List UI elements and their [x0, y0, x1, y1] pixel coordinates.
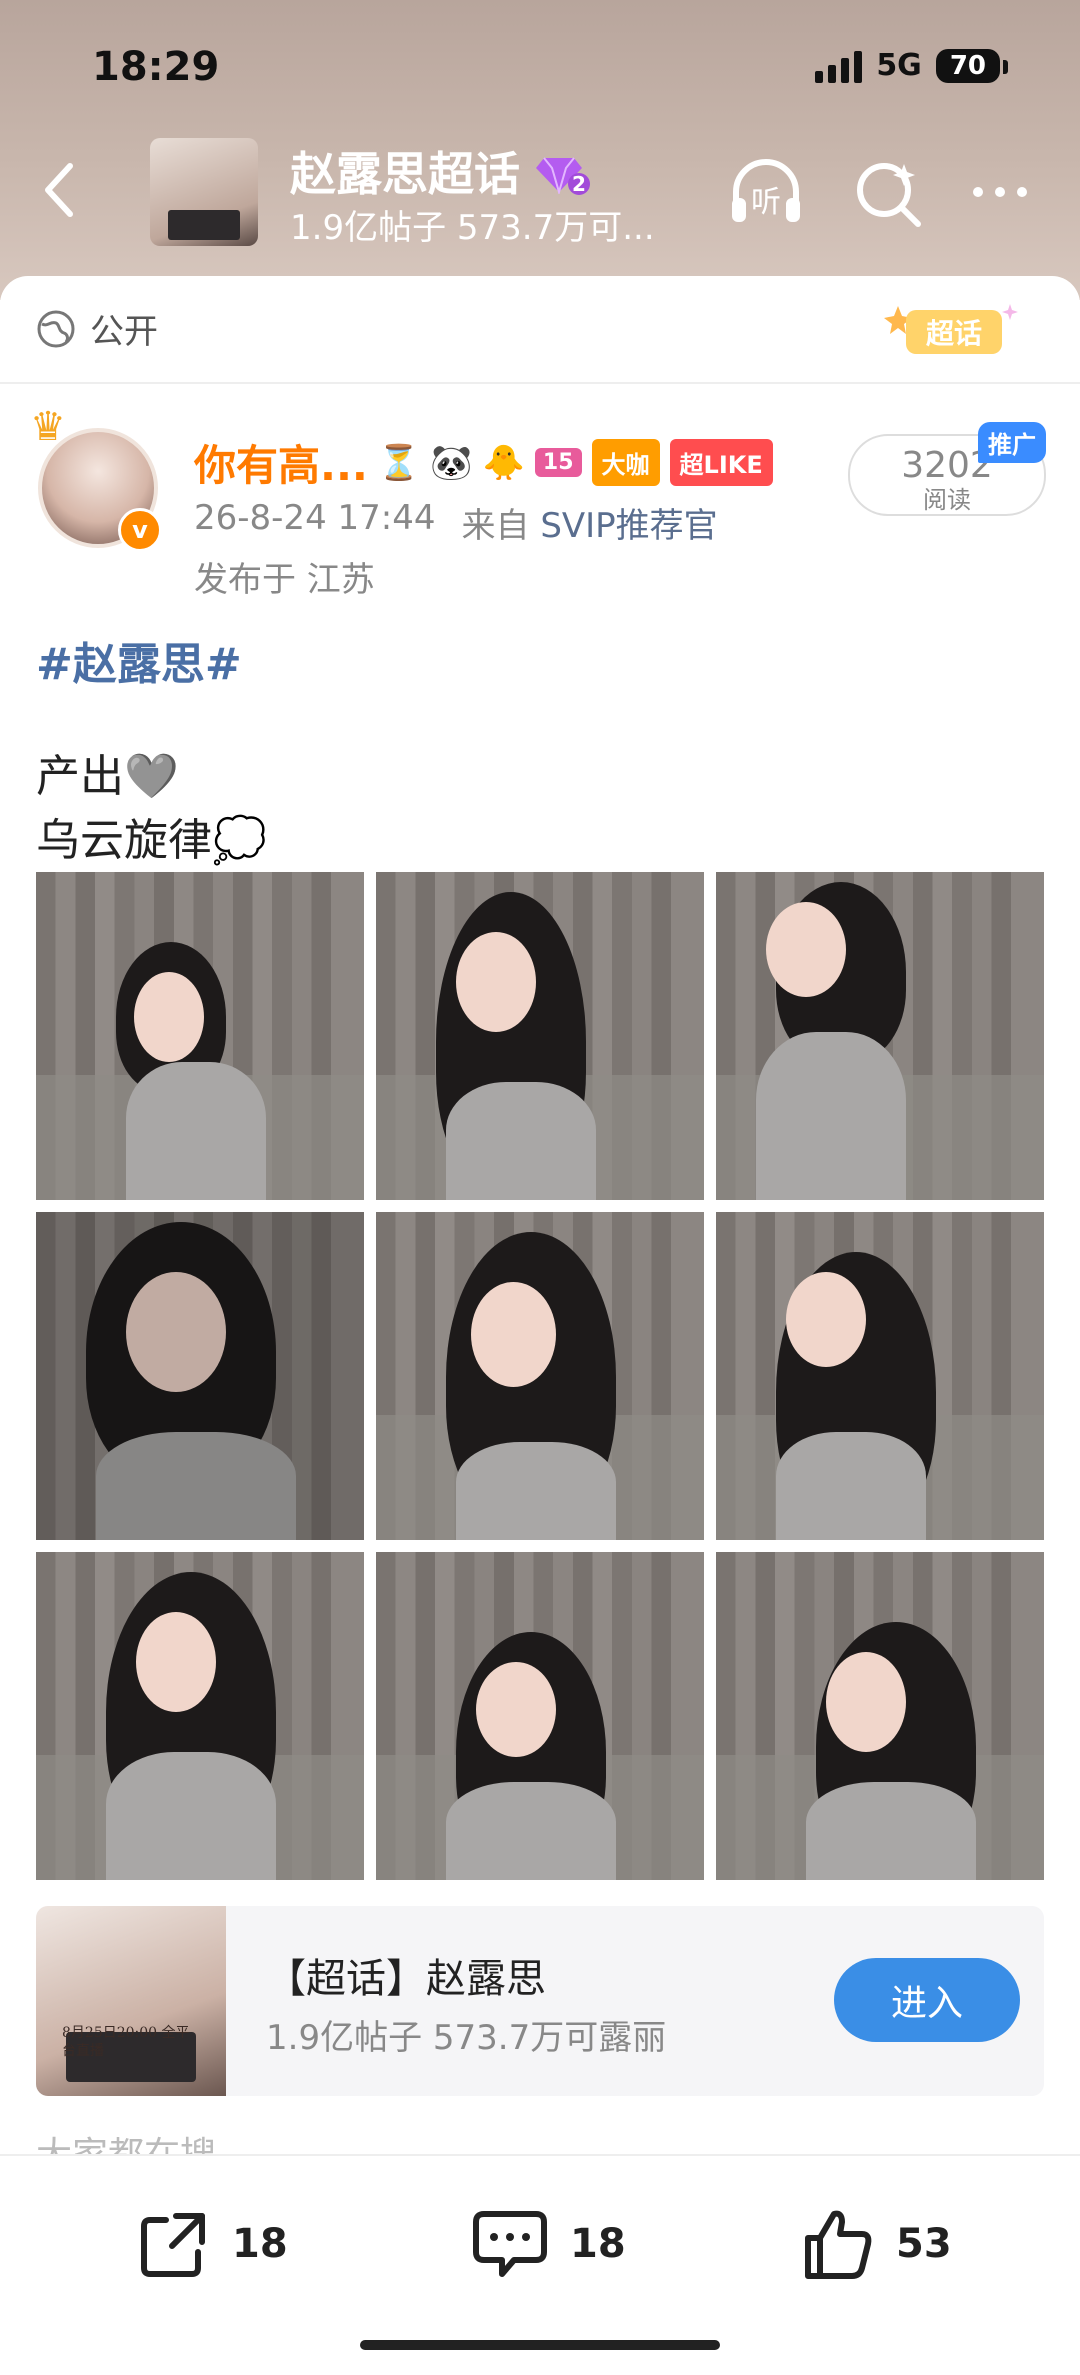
bird-icon: 🐥	[482, 442, 525, 483]
hashtag-link[interactable]: #赵露思#	[36, 628, 242, 692]
post-time: 26-8-24 17:44	[194, 498, 436, 538]
back-arrow-icon[interactable]	[30, 150, 90, 230]
comment-count: 18	[570, 2221, 626, 2267]
post-text-line: 产出🩶	[36, 751, 179, 802]
hourglass-icon: ⏳	[377, 442, 421, 483]
signal-icon	[815, 49, 863, 83]
supertopic-poster: 8月25日20:00 全平台直播	[36, 1906, 226, 2096]
photo[interactable]	[36, 1212, 364, 1540]
promo-badge: 推广	[978, 422, 1046, 463]
more-icon[interactable]	[958, 150, 1042, 234]
status-time: 18:29	[92, 44, 220, 90]
source-name[interactable]: SVIP推荐官	[540, 506, 717, 546]
photo[interactable]	[716, 1212, 1044, 1540]
panda-icon: 🐼	[430, 442, 473, 483]
post-text-line: 乌云旋律💭	[36, 815, 267, 866]
thumbs-up-icon	[805, 2210, 872, 2279]
home-indicator[interactable]	[360, 2340, 720, 2350]
search-sparkle-icon[interactable]	[846, 150, 930, 234]
photo[interactable]	[376, 1552, 704, 1880]
listen-label: 听	[751, 185, 781, 220]
network-type: 5G	[876, 48, 922, 83]
topic-title-text: 赵露思超话	[290, 147, 520, 201]
supertopic-card-title: 【超话】赵露思	[266, 1956, 546, 2002]
battery-icon: 70	[935, 48, 1009, 83]
source-prefix: 来自	[461, 506, 530, 546]
photo[interactable]	[36, 872, 364, 1200]
post-source: 来自 SVIP推荐官	[462, 498, 718, 547]
comment-icon	[473, 2211, 547, 2277]
big-badge: 大咖	[591, 439, 660, 486]
supertopic-card[interactable]: 8月25日20:00 全平台直播 【超话】赵露思 1.9亿帖子 573.7万可露…	[36, 1906, 1044, 2096]
supertopic-card-subtitle: 1.9亿帖子 573.7万可露丽	[266, 2018, 667, 2058]
photo[interactable]	[36, 1552, 364, 1880]
post-location: 发布于 江苏	[194, 560, 375, 600]
level-badge: 15	[534, 448, 582, 477]
share-icon	[141, 2213, 205, 2277]
like-button[interactable]: 53	[800, 2206, 952, 2282]
like-count: 53	[896, 2221, 952, 2267]
photo-grid	[36, 872, 1044, 1880]
topic-header: 18:29 5G 70 赵露思超话 2 1.9亿帖子 573.7万可... 听	[0, 0, 1080, 300]
author-name[interactable]: 你有高...	[194, 432, 368, 493]
globe-icon	[37, 310, 75, 347]
headphones-icon[interactable]: 听	[724, 150, 808, 234]
diamond-level-icon: 2	[534, 151, 590, 196]
comment-button[interactable]: 18	[470, 2206, 626, 2282]
read-label: 阅读	[923, 486, 971, 514]
post-meta: 26-8-24 17:44 来自 SVIP推荐官	[194, 498, 718, 547]
photo[interactable]	[716, 1552, 1044, 1880]
photo[interactable]	[376, 1212, 704, 1540]
share-count: 18	[232, 2221, 288, 2267]
status-indicators: 5G 70	[815, 48, 1009, 83]
share-button[interactable]: 18	[136, 2206, 288, 2282]
poster-text: 8月25日20:00 全平台直播	[62, 2025, 190, 2059]
author-row: 你有高... ⏳ 🐼 🐥 15 大咖 超LIKE	[194, 432, 773, 493]
divider	[0, 382, 1080, 384]
topic-thumbnail[interactable]	[150, 138, 258, 246]
verified-badge-icon: v	[118, 508, 162, 552]
supertopic-badge-text: 超话	[926, 317, 982, 350]
topic-subtitle: 1.9亿帖子 573.7万可...	[290, 208, 655, 248]
supertopic-badge: 超话	[880, 300, 1020, 360]
photo[interactable]	[376, 872, 704, 1200]
photo[interactable]	[716, 872, 1044, 1200]
visibility-row: 公开	[36, 304, 158, 353]
super-like-badge: 超LIKE	[669, 439, 773, 486]
post-card: 公开 超话 ♛ v 你有高... ⏳ 🐼 🐥 15 大咖 超LIKE 26-8-…	[0, 276, 1080, 2375]
diamond-level-number: 2	[568, 173, 590, 195]
visibility-label: 公开	[90, 312, 158, 352]
enter-button[interactable]: 进入	[834, 1958, 1020, 2042]
topic-title[interactable]: 赵露思超话 2	[290, 138, 590, 204]
